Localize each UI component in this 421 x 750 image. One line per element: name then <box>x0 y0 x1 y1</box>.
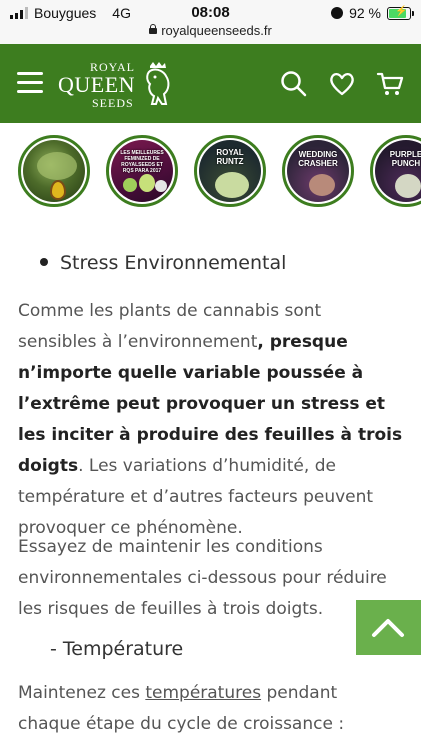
hamburger-icon[interactable] <box>17 72 43 94</box>
status-right: 92 % ⚡ <box>331 5 414 21</box>
category-label-2: LES MEILLEURES FEMINIZED DE ROYALSEEDS E… <box>120 150 164 174</box>
category-label-3: ROYAL RUNTZ <box>216 148 244 166</box>
category-carousel: LES MEILLEURES FEMINIZED DE ROYALSEEDS E… <box>0 123 421 223</box>
logo-bottom: SEEDS <box>92 96 134 110</box>
paragraph-2: Essayez de maintenir les conditions envi… <box>18 537 387 619</box>
p1-bold: , presque n’importe quelle variable pous… <box>18 332 403 476</box>
logo-middle: QUEEN <box>58 72 136 97</box>
battery-percent: 92 % <box>349 5 381 21</box>
p3-start: Maintenez ces <box>18 683 146 703</box>
bullet-item: Stress Environnemental <box>40 252 286 274</box>
category-circle-1[interactable] <box>18 135 90 207</box>
address-bar[interactable]: royalqueenseeds.fr <box>0 23 421 38</box>
site-header: ROYAL QUEEN SEEDS <box>0 44 421 123</box>
lock-icon <box>149 24 158 34</box>
battery-icon: ⚡ <box>387 6 414 20</box>
alarm-icon <box>331 7 344 19</box>
cart-icon[interactable] <box>376 70 404 98</box>
paragraph-1: Comme les plants de cannabis sont sensib… <box>18 296 403 544</box>
url-text: royalqueenseeds.fr <box>161 23 272 38</box>
category-label-4: WEDDING CRASHER <box>298 150 338 168</box>
category-circle-2[interactable]: LES MEILLEURES FEMINIZED DE ROYALSEEDS E… <box>106 135 178 207</box>
chevron-up-icon <box>372 619 404 637</box>
bullet-dot <box>40 258 48 266</box>
category-circle-4[interactable]: WEDDING CRASHER <box>282 135 354 207</box>
paragraph-3: Maintenez ces températures pendant chaqu… <box>18 678 403 740</box>
lion-icon <box>146 62 170 105</box>
site-logo[interactable]: ROYAL QUEEN SEEDS <box>58 58 178 112</box>
search-icon[interactable] <box>280 70 308 98</box>
category-circle-5[interactable]: PURPLE PUNCH <box>370 135 421 207</box>
category-circle-3[interactable]: ROYAL RUNTZ <box>194 135 266 207</box>
status-bar: Bouygues 4G 08:08 92 % ⚡ royalqueenseeds… <box>0 0 421 44</box>
category-label-5: PURPLE PUNCH <box>389 150 421 168</box>
heart-icon[interactable] <box>328 70 356 98</box>
subheading-temperature: - Température <box>50 638 184 660</box>
scroll-top-button[interactable] <box>356 600 421 655</box>
temperatures-link[interactable]: températures <box>145 683 261 703</box>
bullet-heading: Stress Environnemental <box>60 252 287 274</box>
